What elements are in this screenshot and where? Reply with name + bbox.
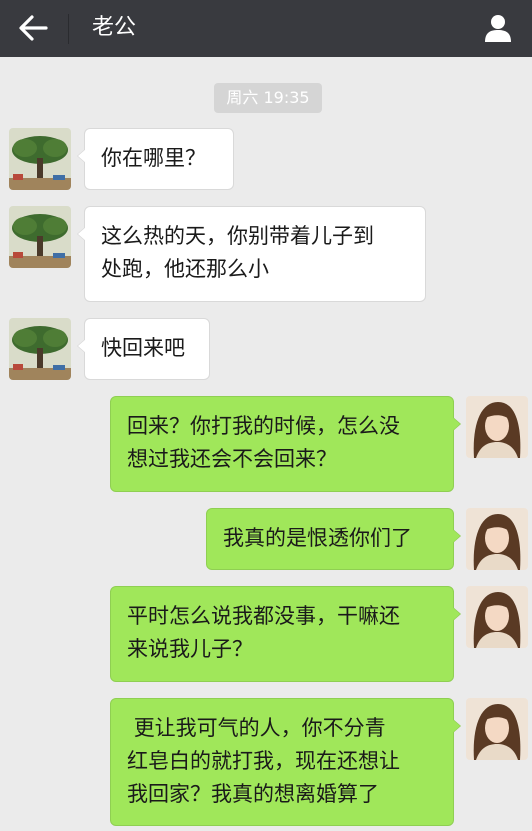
user-avatar[interactable] — [466, 698, 528, 760]
top-navigation-bar: 老公 — [0, 0, 532, 57]
outgoing-message[interactable]: 平时怎么说我都没事，干嘛还 来说我儿子？ — [110, 586, 461, 682]
chat-title: 老公 — [92, 15, 137, 40]
incoming-message[interactable]: 你在哪里？ — [77, 128, 234, 190]
incoming-message[interactable]: 这么热的天，你别带着儿子到 处跑，他还那么小 — [77, 206, 426, 302]
incoming-message[interactable]: 快回来吧 — [77, 318, 210, 380]
back-button[interactable] — [10, 6, 56, 50]
user-avatar[interactable] — [466, 396, 528, 458]
outgoing-message[interactable]: 更让我可气的人，你不分青 红皂白的就打我，现在还想让 我回家？我真的想离婚算了 — [110, 698, 461, 826]
arrow-left-icon — [19, 15, 48, 41]
person-icon — [485, 15, 511, 42]
outgoing-message[interactable]: 回来？你打我的时候，怎么没 想过我还会不会回来？ — [110, 396, 461, 492]
header-divider — [68, 14, 69, 44]
message-timestamp: 周六 19:35 — [214, 83, 322, 113]
user-avatar[interactable] — [466, 586, 528, 648]
contact-avatar[interactable] — [9, 128, 71, 190]
user-avatar[interactable] — [466, 508, 528, 570]
contact-avatar[interactable] — [9, 206, 71, 268]
chat-info-button[interactable] — [478, 8, 518, 48]
contact-avatar[interactable] — [9, 318, 71, 380]
outgoing-message[interactable]: 我真的是恨透你们了 — [206, 508, 461, 570]
